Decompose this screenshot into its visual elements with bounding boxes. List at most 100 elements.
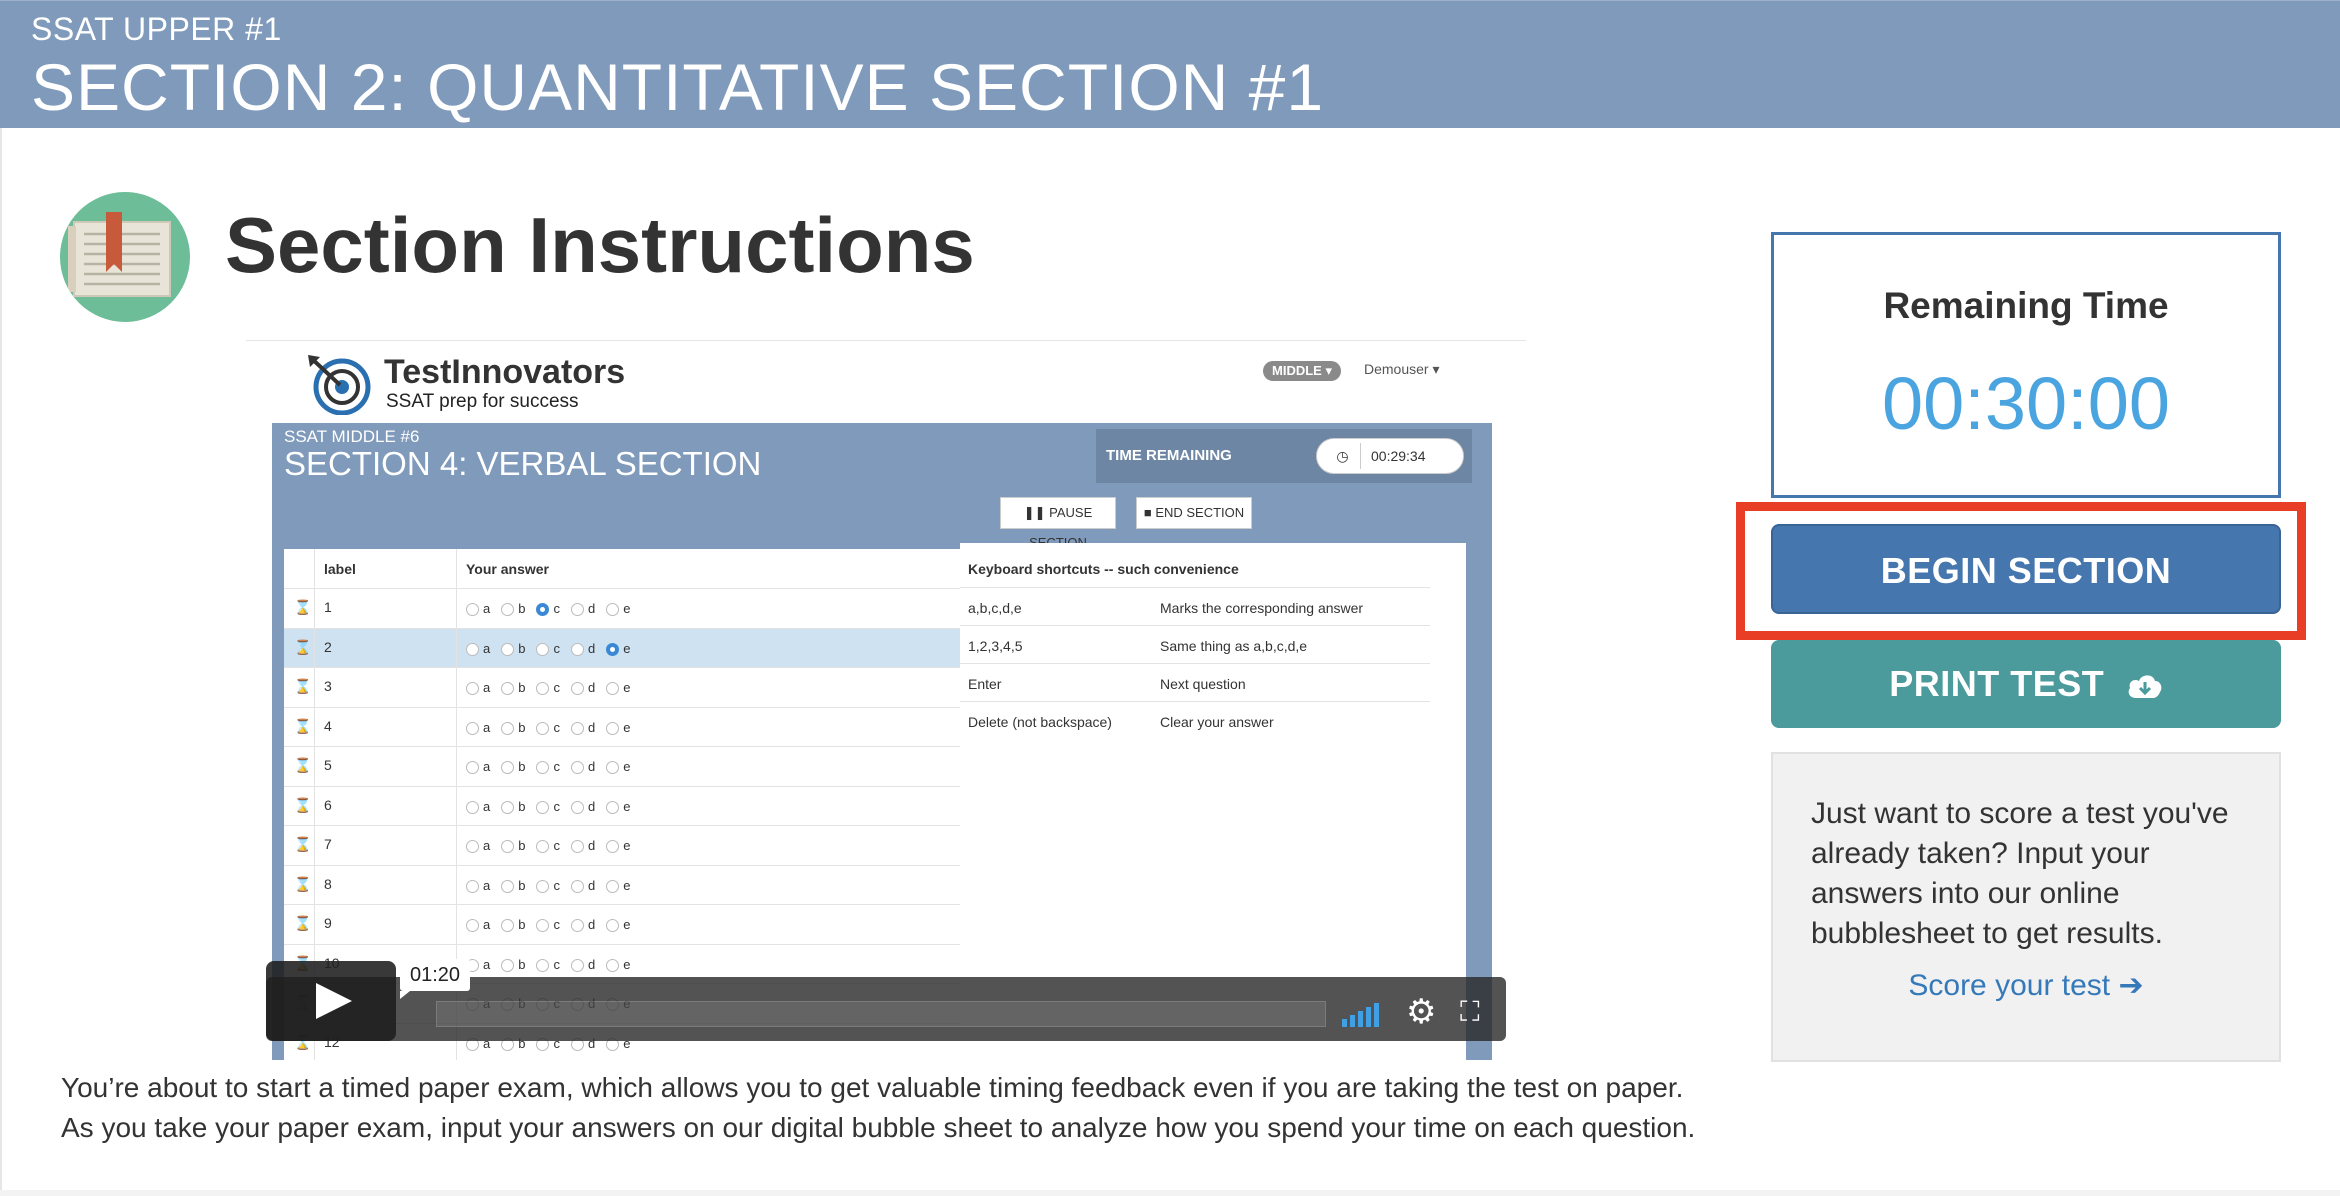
question-number: 9 [324, 915, 332, 931]
answer-choices: abcde [466, 601, 636, 617]
question-number: 2 [324, 638, 332, 655]
target-logo-icon [308, 355, 371, 415]
answer-radio: b [501, 838, 525, 854]
shortcut-key: Delete (not backspace) [968, 714, 1112, 730]
answer-radio: d [570, 878, 595, 893]
shortcut-action: Marks the corresponding answer [1160, 600, 1364, 616]
answer-radio: a [466, 680, 490, 696]
answer-row: ⌛ 6 a b c d e [284, 786, 960, 826]
answer-radio: a [466, 601, 490, 617]
answer-choices: abcde [466, 759, 636, 775]
answer-radio: c [536, 680, 560, 696]
user-menu: Demouser ▾ [1364, 361, 1440, 377]
gear-icon[interactable]: ⚙ [1406, 995, 1436, 1029]
question-number: 7 [324, 836, 332, 852]
score-your-test-link[interactable]: Score your test ➔ [1773, 968, 2279, 1003]
answer-radio: d [570, 759, 595, 775]
answer-radio: a [466, 720, 490, 735]
score-test-text: Just want to score a test you've already… [1811, 797, 2229, 950]
answer-radio: d [570, 601, 595, 617]
hourglass-icon: ⌛ [294, 717, 312, 734]
instruction-video[interactable]: TestInnovators SSAT prep for success MID… [246, 340, 1526, 1060]
answer-radio: e [606, 957, 630, 972]
answer-choices: abcde [466, 917, 636, 933]
answer-radio: d [570, 917, 595, 933]
shortcuts-title: Keyboard shortcuts -- such convenience [968, 561, 1239, 577]
end-section-button: ■ END SECTION [1136, 497, 1252, 529]
play-button[interactable] [266, 961, 396, 1041]
hourglass-icon: ⌛ [294, 836, 312, 852]
answer-radio: a [466, 799, 490, 814]
remaining-time-label: Remaining Time [1883, 285, 2169, 326]
answer-radio: b [501, 680, 525, 696]
bottom-strip [0, 1190, 2340, 1196]
answer-radio: a [466, 917, 490, 933]
hourglass-icon: ⌛ [294, 599, 312, 615]
answer-radio: e [606, 680, 630, 696]
answer-radio: e [606, 601, 630, 617]
shortcut-key: a,b,c,d,e [968, 600, 1022, 616]
playback-time: 01:20 [400, 959, 470, 999]
answer-radio: a [466, 641, 490, 656]
answer-radio: c [536, 917, 560, 933]
answer-choices: abcde [466, 838, 636, 854]
answer-choices: abcde [466, 641, 636, 656]
shortcut-action: Same thing as a,b,c,d,e [1160, 638, 1308, 654]
answer-radio: d [570, 720, 595, 735]
video-section-title: SECTION 4: VERBAL SECTION [284, 445, 762, 482]
answer-radio: d [570, 799, 595, 814]
answer-radio: c [536, 878, 560, 893]
question-number: 5 [324, 757, 332, 773]
answer-radio: a [466, 838, 490, 854]
answer-radio: d [570, 838, 595, 854]
brand-tagline: SSAT prep for success [386, 391, 579, 412]
answer-radio: b [501, 641, 525, 656]
answer-choices: abcde [466, 957, 636, 972]
video-progress-track[interactable] [436, 1001, 1326, 1027]
answer-radio: e [606, 799, 630, 814]
section-header: SSAT UPPER #1 SECTION 2: QUANTITATIVE SE… [0, 0, 2340, 128]
answer-radio: b [501, 720, 525, 735]
answer-row: ⌛ 3 a b c d e [284, 668, 960, 708]
print-test-button[interactable]: PRINT TEST [1771, 640, 2281, 728]
volume-icon[interactable] [1342, 999, 1379, 1027]
score-test-panel: Just want to score a test you've already… [1771, 752, 2281, 1062]
level-badge: MIDDLE ▾ [1263, 361, 1341, 381]
question-number: 8 [324, 875, 332, 892]
hourglass-icon: ⌛ [294, 796, 312, 813]
answer-radio: b [501, 799, 525, 814]
answer-radio: e [606, 641, 630, 656]
clock-icon: ◷ [1325, 443, 1361, 469]
hourglass-icon: ⌛ [294, 757, 312, 773]
answer-radio: e [606, 759, 630, 775]
answer-radio: c [536, 601, 560, 617]
fullscreen-icon[interactable]: ⛶ [1460, 997, 1480, 1027]
cloud-download-icon [2127, 641, 2163, 729]
shortcut-row: 1,2,3,4,5 Same thing as a,b,c,d,e [960, 625, 1430, 663]
end-label: END SECTION [1155, 505, 1245, 520]
answer-radio: c [536, 957, 560, 972]
begin-section-button[interactable]: BEGIN SECTION [1771, 524, 2281, 614]
instructions-text: You’re about to start a timed paper exam… [61, 1072, 1696, 1143]
video-app-header: TestInnovators SSAT prep for success MID… [246, 341, 1526, 423]
answer-choices: abcde [466, 799, 636, 814]
hourglass-icon: ⌛ [294, 638, 312, 655]
shortcut-key: 1,2,3,4,5 [968, 638, 1023, 654]
answer-radio: c [536, 838, 560, 854]
answer-row: ⌛ 9 a b c d e [284, 905, 960, 945]
answer-radio: b [501, 957, 525, 972]
shortcut-row: Enter Next question [960, 663, 1430, 701]
answer-row: ⌛ 5 a b c d e [284, 747, 960, 787]
answer-radio: b [501, 759, 525, 775]
book-icon [60, 192, 190, 322]
answer-radio: e [606, 720, 630, 735]
section-title: SECTION 2: QUANTITATIVE SECTION #1 [31, 50, 1325, 124]
answer-radio: e [606, 878, 630, 893]
hourglass-icon: ⌛ [294, 915, 312, 931]
question-number: 6 [324, 796, 332, 813]
answer-radio: a [466, 759, 490, 775]
answer-radio: b [501, 917, 525, 933]
answer-radio: c [536, 759, 560, 775]
print-test-label: PRINT TEST [1889, 663, 2105, 704]
answer-radio: e [606, 917, 630, 933]
